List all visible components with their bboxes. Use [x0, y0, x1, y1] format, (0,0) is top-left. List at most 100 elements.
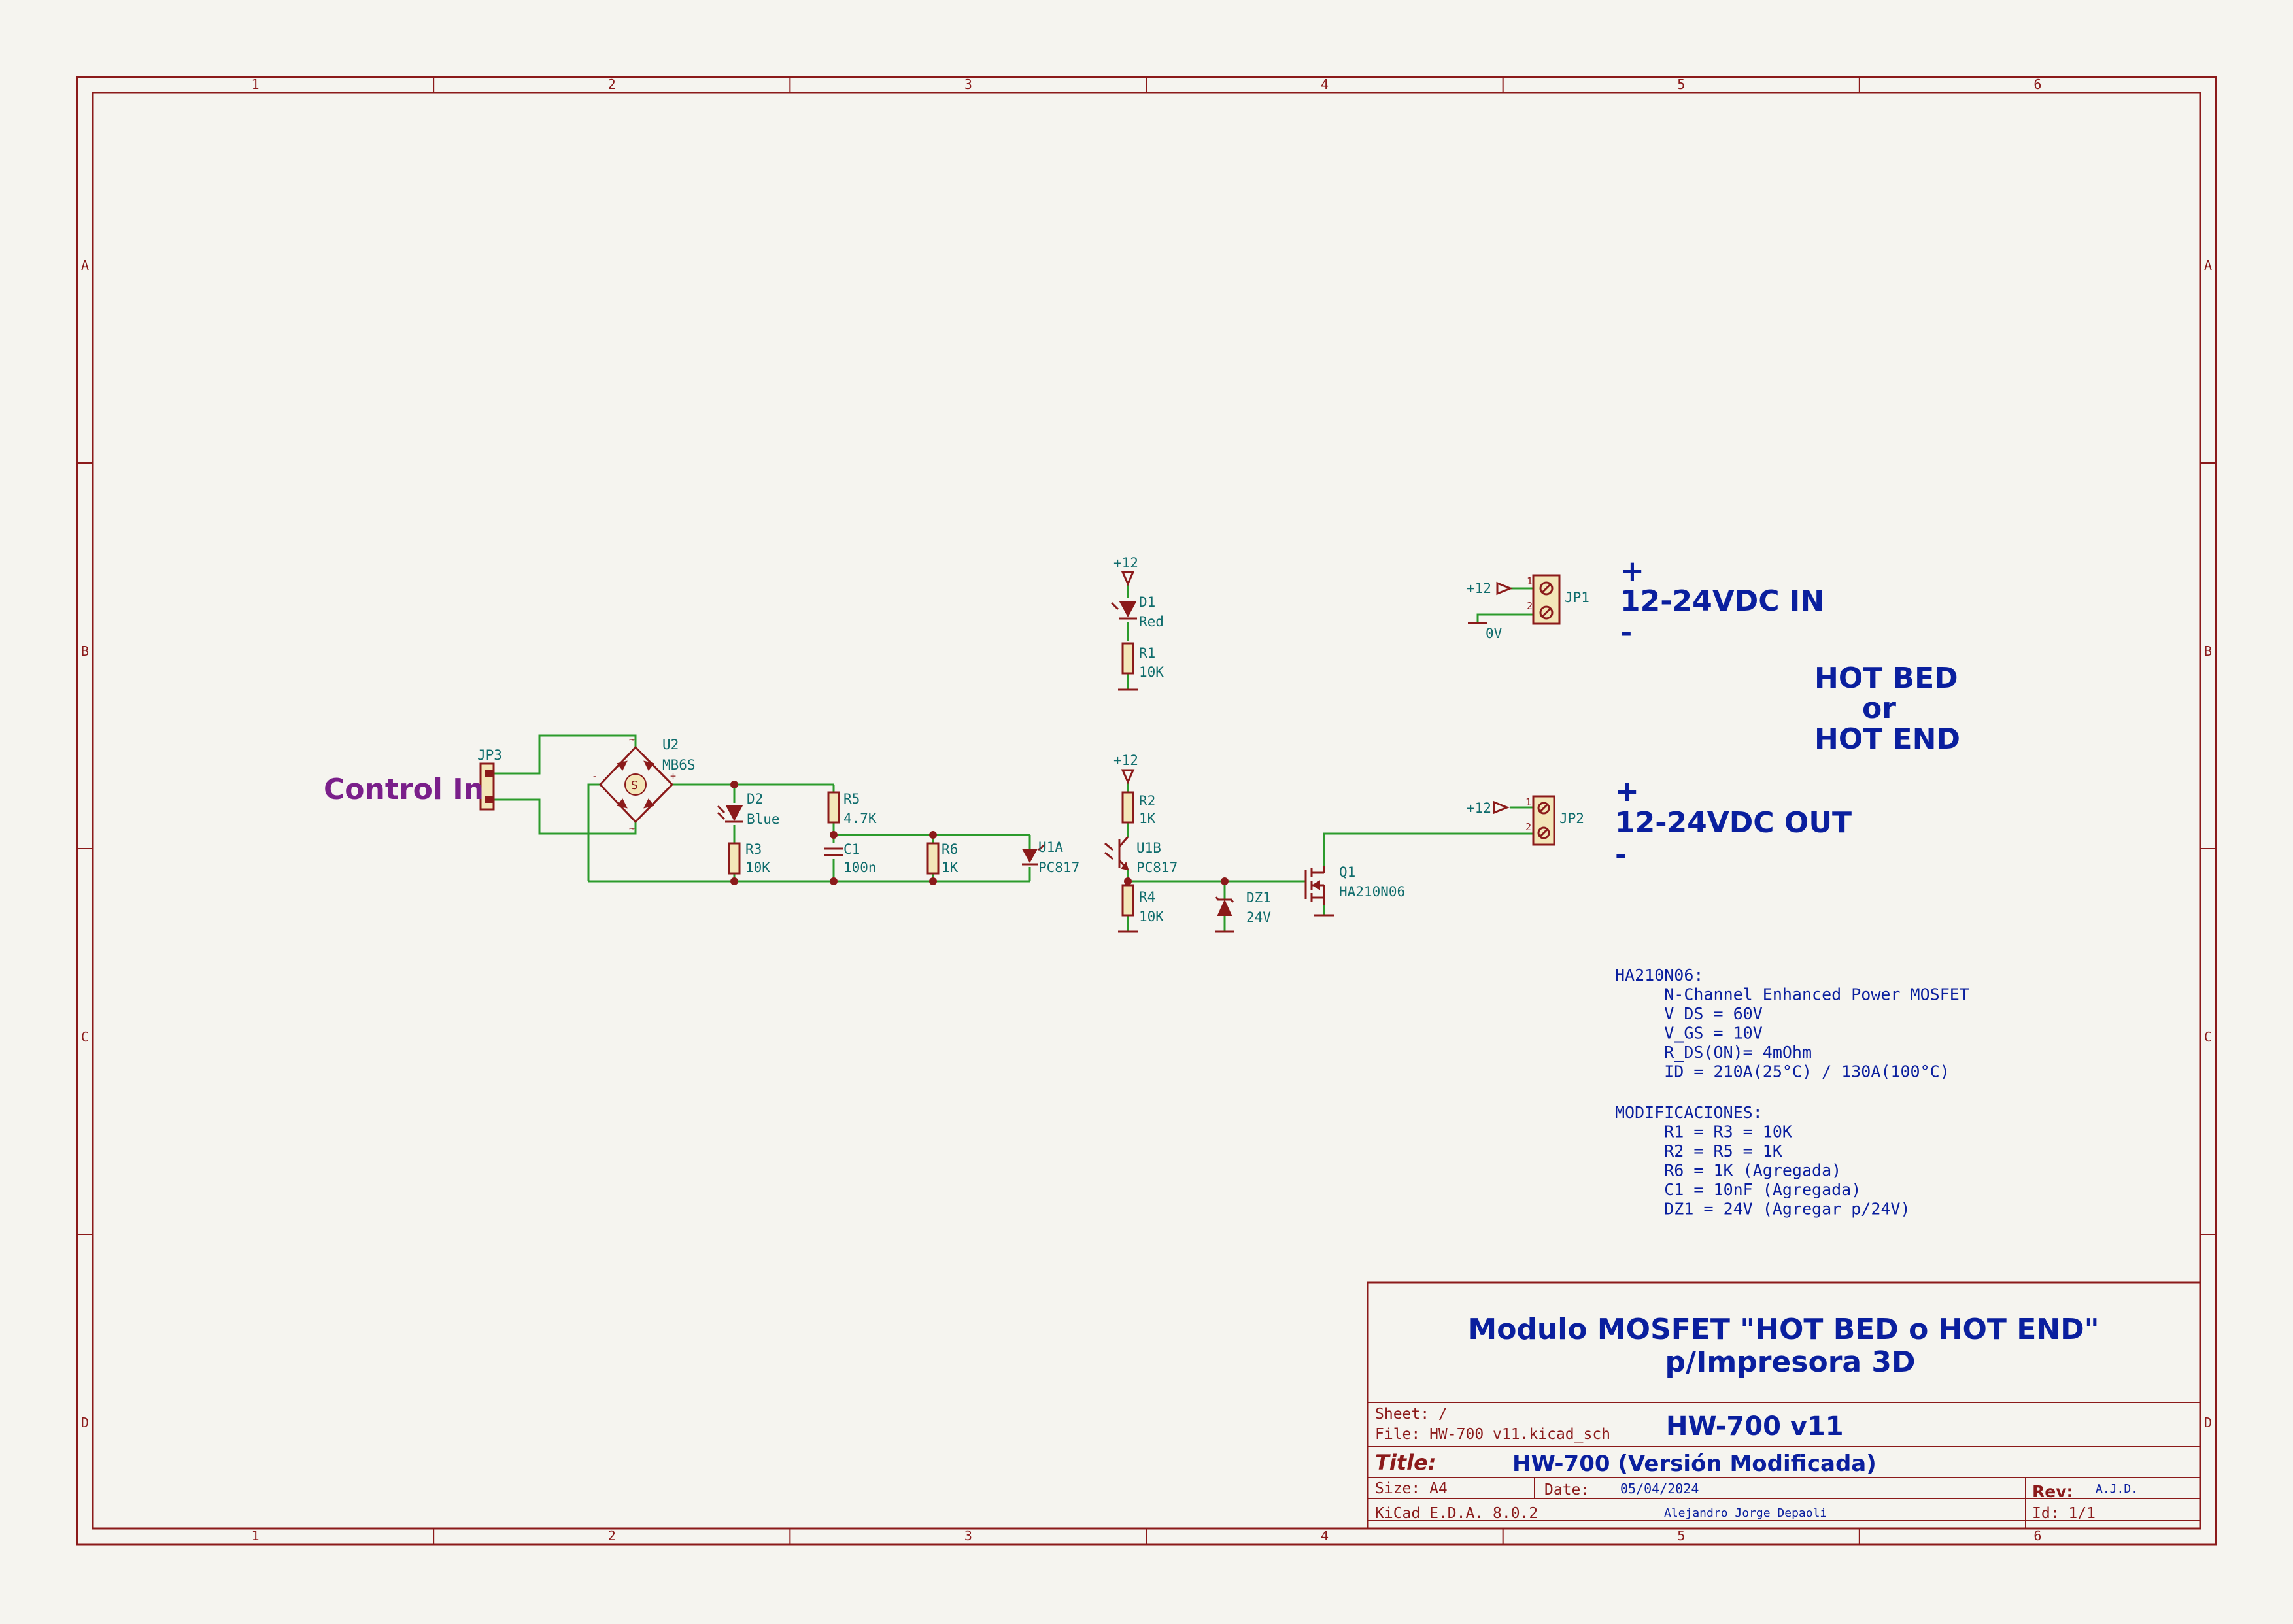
column-zone-label: 1 — [252, 76, 260, 92]
in-plus-sign: + — [1620, 554, 1644, 588]
file-label: File: HW-700 v11.kicad_sch — [1375, 1426, 1610, 1443]
rev-label: Rev: — [2032, 1482, 2073, 1501]
r3-ref: R3 — [745, 841, 762, 857]
r2-resistor: R2 1K — [1121, 791, 1156, 826]
row-zone-label: A — [81, 258, 89, 273]
jp1-connector: 1 2 JP1 — [1527, 574, 1589, 625]
r4-value: 10K — [1139, 909, 1164, 924]
note-line: R_DS(ON)= 4mOhm — [1615, 1043, 1812, 1062]
schematic-canvas: 112233445566 A AB BC CD D JP3 Control In… — [76, 76, 2217, 1546]
size-label: Size: A4 — [1375, 1480, 1448, 1497]
q1-value: HA210N06 — [1339, 884, 1405, 900]
power-symbol-r2: +12 — [1113, 753, 1138, 785]
svg-text:1: 1 — [1525, 796, 1531, 808]
r5-resistor: R5 4.7K — [827, 791, 877, 826]
u1b-phototransistor: U1B PC817 — [1104, 836, 1178, 875]
ground-symbols — [1118, 622, 1487, 933]
jp2-ref: JP2 — [1559, 811, 1584, 826]
project-name: HW-700 v11 — [1666, 1412, 1844, 1442]
q1-mosfet: Q1 HA210N06 — [1304, 864, 1405, 905]
dz1-value: 24V — [1246, 909, 1271, 925]
note-line: R1 = R3 = 10K — [1615, 1123, 1792, 1142]
row-zone-label: B — [2204, 643, 2212, 659]
note-line: V_GS = 10V — [1615, 1024, 1763, 1043]
d1-ref: D1 — [1139, 594, 1155, 610]
column-zone-label: 5 — [1677, 76, 1685, 92]
control-in-label: Control In — [324, 773, 484, 806]
out-plus-sign: + — [1615, 775, 1639, 808]
column-zone-label: 3 — [964, 76, 972, 92]
title-label: Title: — [1375, 1450, 1436, 1475]
r6-resistor: R6 1K — [926, 841, 959, 875]
note-line: R6 = 1K (Agregada) — [1615, 1161, 1841, 1180]
in-minus-sign: - — [1620, 616, 1632, 649]
note-line: V_DS = 60V — [1615, 1004, 1763, 1023]
r2-ref: R2 — [1139, 793, 1155, 809]
svg-text:2: 2 — [1525, 821, 1531, 833]
hot-end-label: HOT END — [1814, 722, 1960, 756]
date-value: 05/04/2024 — [1620, 1481, 1699, 1497]
rev-value: A.J.D. — [2096, 1482, 2138, 1496]
r3-resistor: R3 10K — [728, 841, 770, 875]
column-zone-label: 1 — [252, 1528, 260, 1544]
column-zone-label: 3 — [964, 1528, 972, 1544]
id-label: Id: 1/1 — [2032, 1505, 2096, 1522]
row-zone-label: C — [81, 1029, 89, 1045]
row-zone-label: D — [81, 1415, 89, 1430]
r5-ref: R5 — [843, 791, 860, 807]
column-zone-label: 2 — [608, 1528, 616, 1544]
out-voltage-label: 12-24VDC OUT — [1615, 806, 1852, 839]
plus12-label: +12 — [1113, 753, 1138, 768]
mosfet-notes: HA210N06: N-Channel Enhanced Power MOSFE… — [1615, 966, 1969, 1081]
column-zone-label: 6 — [2033, 1528, 2041, 1544]
hot-bed-label: HOT BED — [1814, 662, 1958, 695]
row-zone-label: A — [2204, 258, 2212, 273]
power-symbol-d1: +12 — [1113, 555, 1138, 586]
jp1-ref: JP1 — [1565, 590, 1589, 605]
out-minus-sign: - — [1615, 838, 1627, 871]
column-zone-label: 4 — [1321, 76, 1329, 92]
d2-led: D2 Blue — [717, 791, 780, 827]
jp2-power-flag: +12 — [1467, 800, 1510, 816]
d2-ref: D2 — [747, 791, 763, 807]
title-block: Modulo MOSFET "HOT BED o HOT END" p/Impr… — [1367, 1281, 2201, 1530]
d1-value: Red — [1139, 614, 1164, 630]
d1-led: D1 Red — [1110, 594, 1164, 630]
svg-text:~: ~ — [629, 822, 635, 834]
u1a-ref: U1A — [1038, 839, 1063, 855]
jp2-connector: 1 2 JP2 — [1525, 795, 1584, 846]
plus12-label: +12 — [1113, 555, 1138, 571]
r6-ref: R6 — [942, 841, 958, 857]
jp3-ref: JP3 — [477, 747, 502, 763]
column-zone-label: 4 — [1321, 1528, 1329, 1544]
schematic-sheet: 112233445566 AABBCCDD JP3 Control In S +… — [0, 0, 2293, 1621]
date-label: Date: — [1544, 1481, 1589, 1498]
u2-ref: U2 — [662, 737, 679, 753]
note-line: ID = 210A(25°C) / 130A(100°C) — [1615, 1062, 1950, 1081]
column-zone-label: 6 — [2033, 76, 2041, 92]
svg-text:2: 2 — [1527, 600, 1533, 612]
in-voltage-label: 12-24VDC IN — [1620, 584, 1824, 618]
svg-text:S: S — [631, 779, 638, 792]
jp1-power-flag: +12 0V — [1467, 581, 1514, 641]
r1-value: 10K — [1139, 664, 1164, 680]
row-zone-label: C — [2204, 1029, 2212, 1045]
c1-capacitor: C1 100n — [824, 841, 877, 875]
tool-label: KiCad E.D.A. 8.0.2 — [1375, 1505, 1538, 1522]
plus12-label: +12 — [1467, 800, 1491, 816]
r1-ref: R1 — [1139, 645, 1155, 661]
title-heading-2: p/Impresora 3D — [1665, 1345, 1915, 1379]
q1-ref: Q1 — [1339, 864, 1355, 880]
dz1-ref: DZ1 — [1246, 890, 1271, 905]
r5-value: 4.7K — [843, 811, 877, 826]
note-line: HA210N06: — [1615, 966, 1703, 985]
title-value: HW-700 (Versión Modificada) — [1512, 1451, 1877, 1477]
svg-text:-: - — [592, 770, 598, 782]
note-line: C1 = 10nF (Agregada) — [1615, 1180, 1861, 1199]
modifications-notes: MODIFICACIONES: R1 = R3 = 10K R2 = R5 = … — [1615, 1103, 1911, 1219]
or-label: or — [1862, 692, 1896, 725]
u1b-ref: U1B — [1136, 840, 1161, 856]
r3-value: 10K — [745, 860, 770, 875]
u1b-value: PC817 — [1136, 860, 1178, 875]
r2-value: 1K — [1139, 811, 1156, 826]
